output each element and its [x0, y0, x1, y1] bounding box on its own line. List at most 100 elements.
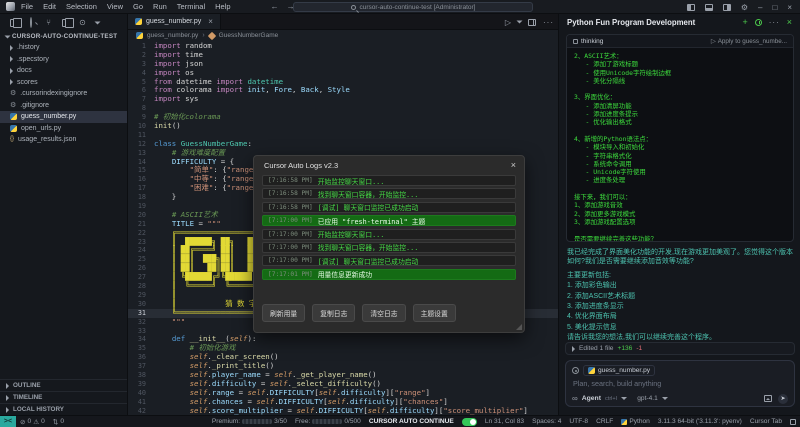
menu-file[interactable]: File [21, 2, 33, 11]
new-chat-icon[interactable]: + [742, 17, 747, 27]
dialog-button[interactable]: 主题设置 [413, 304, 456, 322]
python-interpreter[interactable]: 3.11.3 64-bit ('3.11.3': pyenv) [654, 418, 746, 425]
agent-mode-selector[interactable]: Agent [582, 395, 601, 402]
line-number: 10 [128, 122, 154, 131]
breadcrumb[interactable]: guess_number.py › GuessNumberGame [128, 30, 558, 41]
toggle-left-sidebar-icon[interactable] [687, 4, 695, 11]
menu-edit[interactable]: Edit [43, 2, 56, 11]
tree-item[interactable]: {}usage_results.json [0, 134, 127, 146]
workspace-root[interactable]: CURSOR-AUTO-CONTINUE-TEST [0, 30, 127, 42]
menu-go[interactable]: Go [133, 2, 143, 11]
chat-input-placeholder[interactable]: Plan, search, build anything [566, 376, 794, 391]
line-number: 32 [128, 318, 154, 327]
editor-tab-bar: guess_number.py × ▷ ··· [128, 14, 558, 30]
new-file-icon[interactable] [10, 19, 17, 27]
split-editor-icon[interactable] [528, 19, 536, 26]
more-options-icon[interactable]: ··· [769, 18, 780, 27]
tree-item[interactable]: scores [0, 77, 127, 89]
toggle-panel-icon[interactable] [705, 4, 713, 11]
log-timestamp: [7:17:01 PM] [268, 271, 313, 278]
indentation[interactable]: Spaces: 4 [528, 418, 565, 425]
free-usage[interactable]: Free: 0/500 [291, 418, 365, 425]
remote-indicator[interactable]: >< [0, 416, 16, 427]
notifications-icon[interactable] [790, 419, 796, 425]
breadcrumb-file[interactable]: guess_number.py [147, 32, 198, 39]
input-actions: ➤ [764, 394, 788, 404]
more-actions-icon[interactable]: ··· [543, 18, 554, 27]
dialog-close-icon[interactable]: × [511, 160, 516, 170]
answer-line: 2. 添加ASCII艺术标题 [567, 292, 795, 301]
chat-input-box[interactable]: guess_number.py Plan, search, build anyt… [565, 360, 795, 407]
model-selector[interactable]: gpt-4.1 [637, 395, 658, 402]
agent-row: ∞ Agent ctrl+I gpt-4.1 ➤ [566, 391, 794, 406]
run-button-icon[interactable]: ▷ [505, 18, 511, 27]
line-number: 29 [128, 291, 154, 300]
resize-handle[interactable] [516, 324, 522, 330]
context-file-pill[interactable]: guess_number.py [583, 365, 655, 376]
remote-explorer-icon[interactable]: ⊙ [78, 18, 87, 27]
back-icon[interactable]: ← [271, 2, 279, 11]
close-chat-icon[interactable]: × [787, 17, 792, 27]
tree-item[interactable]: ⚙.cursorindexingignore [0, 88, 127, 100]
premium-usage[interactable]: Premium: 3/50 [208, 418, 291, 425]
command-search-box[interactable]: cursor-auto-continue-test [Administrator… [293, 2, 533, 12]
section-outline[interactable]: OUTLINE [0, 379, 127, 391]
cursor-auto-logs-dialog[interactable]: Cursor Auto Logs v2.3 × [7:16:58 PM]开始监控… [253, 155, 525, 333]
attach-image-icon[interactable] [764, 395, 772, 402]
thinking-content: 2、ASCII艺术： - 添加了游戏标题 - 使用Unicode字符绘制边框 -… [567, 48, 793, 242]
chevron-down-icon[interactable] [621, 397, 627, 400]
run-dropdown-icon[interactable] [517, 21, 523, 24]
json-file-icon: {} [10, 136, 14, 143]
encoding[interactable]: UTF-8 [565, 418, 592, 425]
line-number: 14 [128, 158, 154, 167]
editor-actions: ▷ ··· [505, 14, 554, 30]
send-button[interactable]: ➤ [778, 394, 788, 404]
toggle-right-sidebar-icon[interactable] [723, 4, 731, 11]
section-local-history[interactable]: LOCAL HISTORY [0, 403, 127, 415]
menu-selection[interactable]: Selection [66, 2, 97, 11]
cursor-tab-status[interactable]: Cursor Tab [746, 418, 786, 425]
problems-indicator[interactable]: ⊘0 ⚠0 [16, 418, 49, 426]
ports-indicator[interactable]: ⇅0 [49, 418, 68, 426]
tree-item[interactable]: open_urls.py [0, 123, 127, 135]
extensions-icon[interactable] [62, 19, 69, 27]
search-icon[interactable] [26, 18, 35, 27]
tree-item[interactable]: .history [0, 42, 127, 54]
chevron-down-icon[interactable] [662, 397, 668, 400]
dialog-button[interactable]: 刷新用量 [262, 304, 305, 322]
line-number: 30 [128, 300, 154, 309]
auto-continue-toggle[interactable] [462, 418, 477, 426]
dialog-button[interactable]: 复制日志 [312, 304, 355, 322]
close-button[interactable]: × [787, 3, 792, 12]
maximize-button[interactable]: □ [772, 3, 777, 12]
dialog-button[interactable]: 清空日志 [362, 304, 405, 322]
tree-item[interactable]: docs [0, 65, 127, 77]
thinking-line: - 字符串格式化 [574, 152, 786, 160]
settings-gear-icon[interactable]: ⚙ [741, 3, 748, 12]
dialog-title-bar[interactable]: Cursor Auto Logs v2.3 × [254, 156, 524, 173]
menu-view[interactable]: View [107, 2, 123, 11]
section-timeline[interactable]: TIMELINE [0, 391, 127, 403]
tree-item[interactable]: .specstory [0, 54, 127, 66]
eol-sequence[interactable]: CRLF [592, 418, 617, 425]
language-mode[interactable]: Python [617, 418, 654, 425]
tab-close-icon[interactable]: × [208, 17, 213, 26]
apply-button[interactable]: ▷ Apply to guess_numbe... [711, 38, 787, 45]
history-icon[interactable] [755, 19, 762, 26]
auto-continue-label: CURSOR AUTO CONTINUE [365, 418, 458, 425]
tab-guess-number[interactable]: guess_number.py × [128, 14, 221, 29]
line-number: 26 [128, 264, 154, 273]
cursor-position[interactable]: Ln 31, Col 83 [481, 418, 528, 425]
menu-terminal[interactable]: Terminal [177, 2, 205, 11]
minimize-button[interactable]: – [758, 3, 762, 12]
menu-help[interactable]: Help [215, 2, 230, 11]
window-controls: ⚙ – □ × [687, 0, 800, 14]
source-control-icon[interactable]: ⑂ [44, 18, 53, 27]
menu-run[interactable]: Run [153, 2, 167, 11]
context-eye-icon[interactable] [572, 367, 579, 374]
chevron-down-icon[interactable] [95, 21, 101, 24]
breadcrumb-symbol[interactable]: GuessNumberGame [219, 32, 279, 39]
tree-item[interactable]: guess_number.py [0, 111, 127, 123]
tree-item[interactable]: ⚙.gitignore [0, 100, 127, 112]
edited-files-summary[interactable]: Edited 1 file +136 -1 [565, 342, 795, 355]
